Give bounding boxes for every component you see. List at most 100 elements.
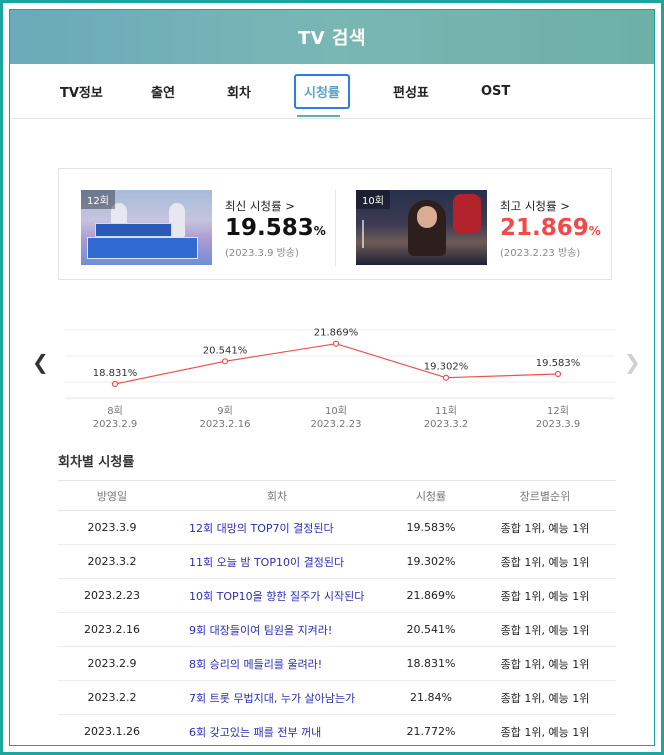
episode-thumbnail[interactable]: 12회	[81, 190, 212, 265]
column-header-episode: 회차	[166, 480, 388, 511]
ratings-summary: 12회 최신 시청률 > 19.583% (2023.3.9 방송) 10회 최…	[58, 168, 612, 280]
rating-cell: 20.541%	[388, 612, 474, 647]
header-title: TV 검색	[297, 28, 367, 49]
episode-link[interactable]: 10회 TOP10을 향한 질주가 시작된다	[166, 578, 388, 613]
data-point	[554, 370, 562, 378]
thumbnail-figure	[453, 194, 481, 234]
x-tick-label: 11회	[435, 405, 457, 417]
rating-cell: 19.583%	[388, 510, 474, 545]
episode-link[interactable]: 9회 대장들이여 팀원을 지켜라!	[166, 612, 388, 647]
tab-label: 회차	[227, 86, 251, 101]
tab-tv-info[interactable]: TV정보	[60, 64, 103, 119]
header-bar: TV 검색	[10, 10, 654, 64]
air-date: 2023.2.16	[58, 612, 166, 647]
episode-link[interactable]: 12회 대망의 TOP7이 결정된다	[166, 510, 388, 545]
rank-cell: 종합 1위, 예능 1위	[474, 680, 616, 715]
data-label: 21.869%	[314, 328, 359, 339]
rating-number: 19.583	[225, 215, 314, 241]
tab-label: 시청률	[294, 74, 350, 109]
rank-cell: 종합 1위, 예능 1위	[474, 544, 616, 579]
tab-ratings[interactable]: 시청률	[294, 64, 350, 119]
tab-episodes[interactable]: 회차	[227, 64, 251, 119]
air-date: 2023.1.26	[58, 714, 166, 745]
air-date: 2023.2.2	[58, 680, 166, 715]
x-tick-date: 2023.2.9	[93, 419, 138, 430]
data-label: 20.541%	[203, 345, 248, 356]
table-row: 2023.2.16 9회 대장들이여 팀원을 지켜라! 20.541% 종합 1…	[58, 612, 616, 647]
summary-divider	[335, 190, 336, 266]
episode-badge: 12회	[81, 190, 115, 209]
tab-label: TV정보	[60, 86, 103, 101]
episode-link[interactable]: 7회 트롯 무법지대, 누가 살아남는가	[166, 680, 388, 715]
rank-cell: 종합 1위, 예능 1위	[474, 612, 616, 647]
rating-number: 21.869	[500, 215, 589, 241]
data-label: 18.831%	[93, 368, 138, 379]
rating-cell: 19.302%	[388, 544, 474, 579]
data-point	[442, 374, 450, 381]
column-header-rating: 시청률	[388, 480, 474, 511]
active-tab-indicator	[297, 115, 340, 117]
data-label: 19.302%	[424, 362, 469, 373]
data-point	[111, 380, 119, 388]
highest-rating-value: 21.869%	[500, 215, 601, 241]
highest-rating-card[interactable]: 10회 최고 시청률 > 21.869% (2023.2.23 방송)	[356, 190, 606, 266]
data-point	[332, 340, 340, 347]
tab-schedule[interactable]: 편성표	[393, 64, 429, 119]
table-row: 2023.2.9 8회 승리의 메들리를 울려라! 18.831% 종합 1위,…	[58, 646, 616, 681]
table-row: 2023.3.2 11회 오늘 밤 TOP10이 결정된다 19.302% 종합…	[58, 544, 616, 579]
thumbnail-caption-bar	[95, 223, 172, 237]
rank-cell: 종합 1위, 예능 1위	[474, 646, 616, 681]
data-label: 19.583%	[536, 358, 581, 369]
highest-rating-link[interactable]: 최고 시청률 >	[500, 198, 570, 214]
tab-bar: TV정보 출연 회차 시청률 편성표 OST	[10, 64, 654, 119]
episode-link[interactable]: 8회 승리의 메들리를 울려라!	[166, 646, 388, 681]
air-date: 2023.2.9	[58, 646, 166, 681]
x-tick-date: 2023.3.9	[536, 419, 581, 430]
x-tick-label: 8회	[107, 405, 123, 417]
tab-label: 편성표	[393, 86, 429, 101]
thumbnail-face	[417, 206, 437, 228]
rating-unit: %	[588, 224, 601, 238]
air-date: 2023.2.23	[58, 578, 166, 613]
table-row: 2023.1.26 6회 갖고있는 패를 전부 꺼내 21.772% 종합 1위…	[58, 714, 616, 745]
air-date: 2023.3.2	[58, 544, 166, 579]
column-header-rank: 장르별순위	[474, 480, 616, 511]
rating-series-line	[114, 343, 559, 385]
air-date: 2023.3.9	[58, 510, 166, 545]
x-tick-label: 10회	[325, 405, 347, 417]
latest-rating-value: 19.583%	[225, 215, 326, 241]
rank-cell: 종합 1위, 예능 1위	[474, 510, 616, 545]
rating-cell: 18.831%	[388, 646, 474, 681]
table-row: 2023.3.9 12회 대망의 TOP7이 결정된다 19.583% 종합 1…	[58, 510, 616, 545]
x-tick-date: 2023.2.16	[200, 419, 251, 430]
x-tick-label: 12회	[547, 405, 569, 417]
rating-cell: 21.869%	[388, 578, 474, 613]
tab-cast[interactable]: 출연	[151, 64, 175, 119]
latest-rating-link[interactable]: 최신 시청률 >	[225, 198, 295, 214]
outer-frame: TV 검색 TV정보 출연 회차 시청률 편성표 OST 12회 최신 시청률 …	[0, 0, 664, 755]
tab-label: 출연	[151, 86, 175, 101]
table-row: 2023.2.23 10회 TOP10을 향한 질주가 시작된다 21.869%…	[58, 578, 616, 613]
episode-link[interactable]: 11회 오늘 밤 TOP10이 결정된다	[166, 544, 388, 579]
episode-thumbnail[interactable]: 10회	[356, 190, 487, 265]
x-tick-date: 2023.2.23	[311, 419, 362, 430]
data-point	[221, 358, 229, 365]
rating-cell: 21.772%	[388, 714, 474, 745]
x-tick-date: 2023.3.2	[424, 419, 469, 430]
ratings-table: 방영일 회차 시청률 장르별순위 2023.3.9 12회 대망의 TOP7이 …	[58, 480, 616, 745]
highest-broadcast-date: (2023.2.23 방송)	[500, 248, 581, 259]
tv-search-panel: TV 검색 TV정보 출연 회차 시청률 편성표 OST 12회 최신 시청률 …	[9, 9, 655, 746]
tab-label: OST	[481, 84, 511, 99]
episode-link[interactable]: 6회 갖고있는 패를 전부 꺼내	[166, 714, 388, 745]
latest-rating-card[interactable]: 12회 최신 시청률 > 19.583% (2023.3.9 방송)	[81, 190, 331, 266]
rating-cell: 21.84%	[388, 680, 474, 715]
thumbnail-caption-bar	[87, 237, 198, 259]
section-title: 회차별 시청률	[58, 455, 135, 470]
x-tick-label: 9회	[217, 405, 233, 417]
latest-broadcast-date: (2023.3.9 방송)	[225, 248, 299, 259]
tab-ost[interactable]: OST	[481, 64, 510, 119]
rank-cell: 종합 1위, 예능 1위	[474, 578, 616, 613]
column-header-date: 방영일	[58, 480, 166, 511]
table-header-row: 방영일 회차 시청률 장르별순위	[58, 480, 616, 511]
table-row: 2023.2.2 7회 트롯 무법지대, 누가 살아남는가 21.84% 종합 …	[58, 680, 616, 715]
